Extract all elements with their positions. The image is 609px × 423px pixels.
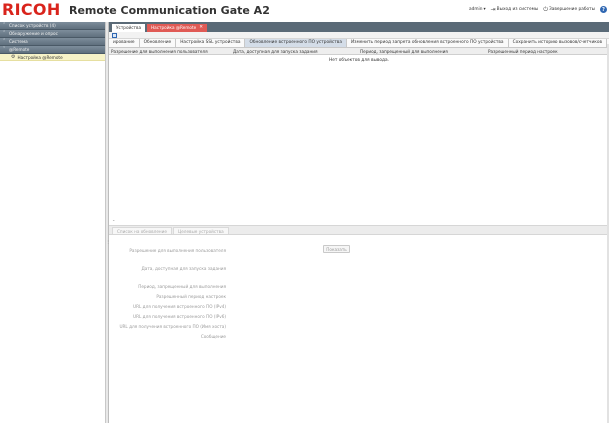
sidebar-item-remote-settings[interactable]: ⚙ Настройка @Remote [0,54,105,61]
toolbar-list-icon[interactable] [112,32,117,38]
help-icon[interactable]: ? [600,6,607,13]
empty-message: Нет объектов для вывода. [328,58,390,63]
column-header[interactable]: Разрешение для выполнения пользователя [109,48,231,54]
detail-label: URL для получения встроенного ПО (IPv6) [133,314,226,319]
user-menu[interactable]: admin ▾ [469,7,486,12]
sidebar-section-label: @Remote [9,46,30,52]
sidebar-section-label: Список устройств (4) [9,22,56,28]
tab-devices[interactable]: Устройства [112,24,146,32]
gear-icon: ⚙ [11,53,16,60]
detail-label: Дата, доступная для запуска задания [141,266,226,271]
tab-remote-settings[interactable]: Настройка @Remote ✕ [147,24,207,32]
column-header[interactable]: Дата, доступная для запуска задания [231,48,358,54]
action-bar: ирование Обновление Настройка SSL устрой… [109,39,609,48]
action-change-prohibition-period[interactable]: Изменить период запрета обновления встро… [347,39,509,47]
action-monitoring[interactable]: ирование [109,39,140,47]
ricoh-logo: RICOH [2,0,61,19]
logout-link[interactable]: ⇥ Выход из системы [490,5,539,13]
sidebar-section-label: Система [9,38,28,44]
action-ssl-settings[interactable]: Настройка SSL устройства [176,39,246,47]
tab-update-list[interactable]: Список на обновление [112,227,172,234]
detail-label: Сообщение [200,334,226,339]
tab-label: Настройка @Remote [151,25,197,30]
shutdown-link[interactable]: ⏻ Завершение работы [543,5,595,13]
tab-target-devices[interactable]: Целевые устройства [172,227,229,234]
detail-label: URL для получения встроенного ПО (Имя хо… [119,324,226,329]
detail-label: Период, запрещенный для выполнения [138,284,226,289]
table-header: Разрешение для выполнения пользователя Д… [109,48,609,55]
app-header: RICOH Remote Communication Gate A2 admin… [0,0,609,22]
user-name: admin [468,7,483,12]
detail-label: Разрешение для выполнения пользователя [129,248,226,253]
collapse-arrow-icon[interactable]: ⌃ [112,219,115,224]
top-links: admin ▾ ⇥ Выход из системы ⏻ Завершение … [469,6,607,13]
app-title: Remote Communication Gate A2 [69,4,270,17]
sidebar-item-label: Настройка @Remote [17,54,63,60]
sidebar: ˄ Список устройств (4) ˄ Обнаружение и о… [0,22,106,423]
main-panel: Устройства Настройка @Remote ✕ ирование … [109,22,609,423]
chevron-up-icon: ˄ [3,38,6,44]
chevron-down-icon: ˅ [3,46,6,52]
table-body: Нет объектов для вывода. ⌃ [109,55,609,226]
shutdown-label: Завершение работы [548,7,595,12]
chevron-up-icon: ˄ [3,22,6,28]
logout-label: Выход из системы [496,7,539,12]
action-update[interactable]: Обновление [140,39,177,47]
detail-tab-bar: Список на обновление Целевые устройства [109,226,609,235]
column-header[interactable]: Период, запрещенный для выполнения [358,48,486,54]
show-button[interactable]: Показать [323,245,350,253]
chevron-down-icon: ▾ [483,7,486,12]
chevron-up-icon: ˄ [3,30,6,36]
toolbar [109,32,609,39]
detail-pane: Разрешение для выполнения пользователя П… [109,235,609,415]
tab-label: Устройства [116,25,142,30]
close-icon[interactable]: ✕ [199,24,203,32]
column-header[interactable]: Разрешенный период настроек [486,48,604,54]
detail-label: Разрешенный период настроек [156,294,226,299]
tab-bar: Устройства Настройка @Remote ✕ [109,22,609,32]
action-firmware-update[interactable]: Обновление встроенного ПО устройства [245,39,347,47]
detail-label: URL для получения встроенного ПО (IPv4) [133,304,226,309]
action-save-call-history[interactable]: Сохранить историю вызовов/счетчиков [509,39,608,47]
logout-icon: ⇥ [490,5,496,13]
power-icon: ⏻ [543,5,548,13]
sidebar-section-label: Обнаружение и опрос [9,30,58,36]
